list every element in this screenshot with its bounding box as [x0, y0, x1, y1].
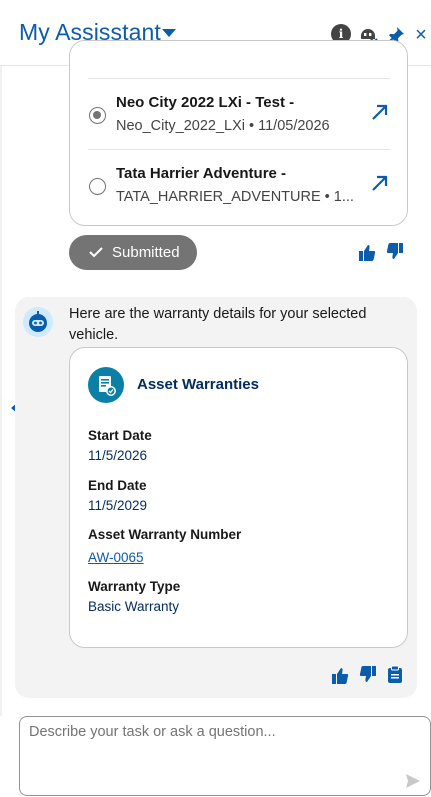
record-selection-card: Neo City 2022 LXi - Test - Neo_City_2022…: [69, 40, 408, 226]
thumbs-up-icon[interactable]: [331, 667, 349, 685]
title-dropdown-icon[interactable]: [162, 29, 176, 37]
record-option-tata-harrier[interactable]: Tata Harrier Adventure - TATA_HARRIER_AD…: [88, 150, 390, 222]
thumbs-down-icon[interactable]: [359, 665, 377, 683]
send-icon[interactable]: [405, 773, 421, 789]
record-subtitle: Neo_City_2022_LXi • 11/05/2026: [116, 118, 330, 134]
check-icon: [89, 247, 103, 258]
scroll-gutter: [0, 66, 2, 716]
warranty-type-label: Warranty Type: [88, 579, 181, 594]
record-title: Neo City 2022 LXi - Test -: [116, 94, 295, 111]
radio-selected[interactable]: [89, 107, 106, 124]
record-title: Tata Harrier Adventure -: [116, 165, 287, 182]
asset-warranty-card: Asset Warranties Start Date 11/5/2026 En…: [69, 347, 408, 648]
warranty-type-value: Basic Warranty: [88, 599, 180, 614]
end-date-label: End Date: [88, 478, 147, 493]
thumbs-up-icon[interactable]: [358, 244, 376, 262]
open-record-icon[interactable]: [370, 102, 390, 122]
record-subtitle: TATA_HARRIER_ADVENTURE • 1...: [116, 189, 354, 205]
copy-clipboard-icon[interactable]: [386, 665, 404, 683]
thumbs-down-icon[interactable]: [386, 242, 404, 260]
record-option-neo-city[interactable]: Neo City 2022 LXi - Test - Neo_City_2022…: [88, 78, 390, 150]
message-input[interactable]: [29, 724, 409, 774]
end-date-value: 11/5/2029: [88, 498, 148, 513]
response-text: Here are the warranty details for your s…: [69, 306, 367, 343]
close-icon[interactable]: ×: [412, 24, 430, 46]
card-title: Asset Warranties: [137, 376, 259, 393]
warranty-number-link[interactable]: AW-0065: [88, 550, 144, 565]
start-date-label: Start Date: [88, 428, 152, 443]
start-date-value: 11/5/2026: [88, 448, 148, 463]
warranty-number-label: Asset Warranty Number: [88, 527, 242, 542]
submitted-button[interactable]: Submitted: [69, 235, 197, 270]
bot-avatar-icon: [23, 307, 53, 337]
asset-warranty-icon: [88, 367, 124, 403]
open-record-icon[interactable]: [370, 173, 390, 193]
message-composer: [19, 716, 431, 796]
radio-unselected[interactable]: [89, 178, 106, 195]
submitted-label: Submitted: [112, 244, 180, 261]
